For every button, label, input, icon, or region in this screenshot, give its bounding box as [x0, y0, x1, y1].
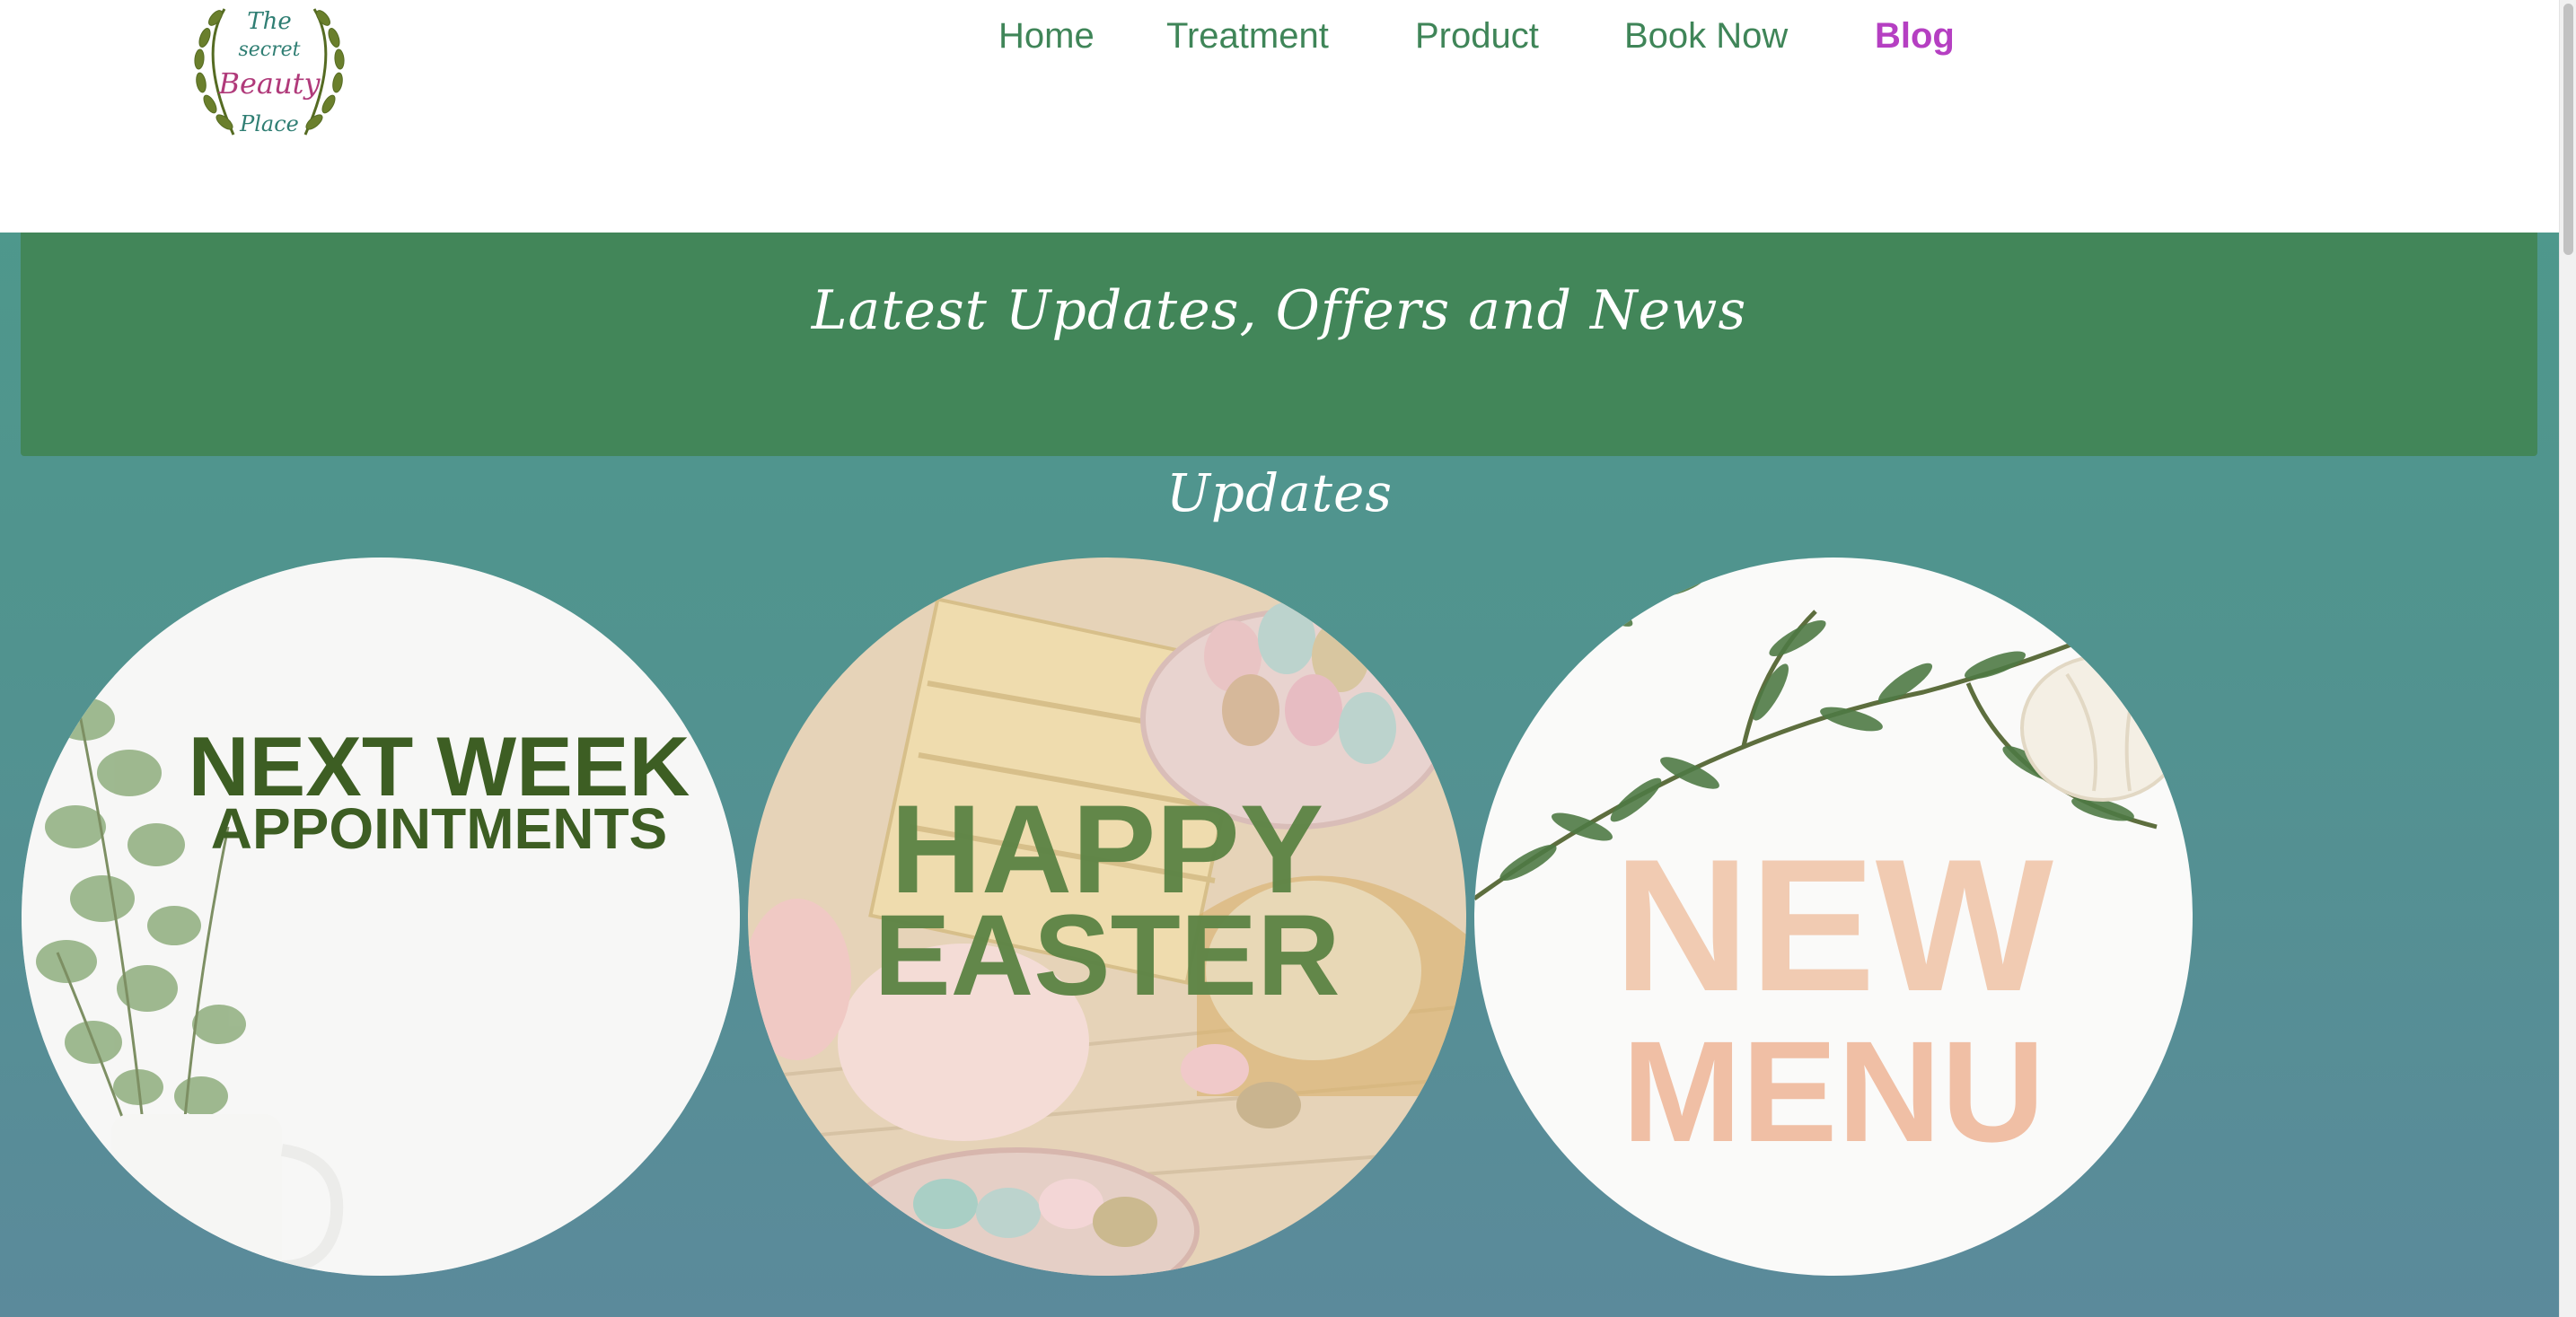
update-card-appointments[interactable]: NEXT WEEK APPOINTMENTS [22, 558, 740, 1276]
nav-treatment[interactable]: Treatment [1166, 16, 1329, 57]
update-card-easter[interactable]: HAPPY EASTER [748, 558, 1466, 1276]
page: The secret Beauty Place Home Treatment P… [0, 0, 2559, 1317]
banner-title: Latest Updates, Offers and News [811, 279, 1747, 342]
logo-line-3: Beauty [217, 66, 321, 101]
nav-product[interactable]: Product [1415, 16, 1539, 57]
nav-book-now[interactable]: Book Now [1624, 16, 1788, 57]
scroll-thumb[interactable] [2563, 4, 2573, 255]
site-header: The secret Beauty Place Home Treatment P… [0, 0, 2559, 233]
update-card-new-menu[interactable]: NEW MENU [1474, 558, 2193, 1276]
nav-blog[interactable]: Blog [1875, 16, 1955, 57]
updates-heading: Updates [1165, 462, 1394, 523]
card-2-line-2: EASTER [874, 891, 1341, 1020]
news-banner: Latest Updates, Offers and News [21, 233, 2537, 456]
eucalyptus-plant-image [22, 558, 740, 1276]
card-3-line-2: MENU [1622, 1011, 2045, 1172]
page-scrollbar[interactable] [2559, 0, 2576, 1317]
card-3-line-1: NEW [1613, 820, 2053, 1031]
nav-home[interactable]: Home [998, 16, 1095, 57]
logo-line-4: Place [239, 111, 299, 136]
card-1-line-2: APPOINTMENTS [210, 796, 668, 861]
main-nav: Home Treatment Product Book Now Blog [0, 16, 2559, 70]
